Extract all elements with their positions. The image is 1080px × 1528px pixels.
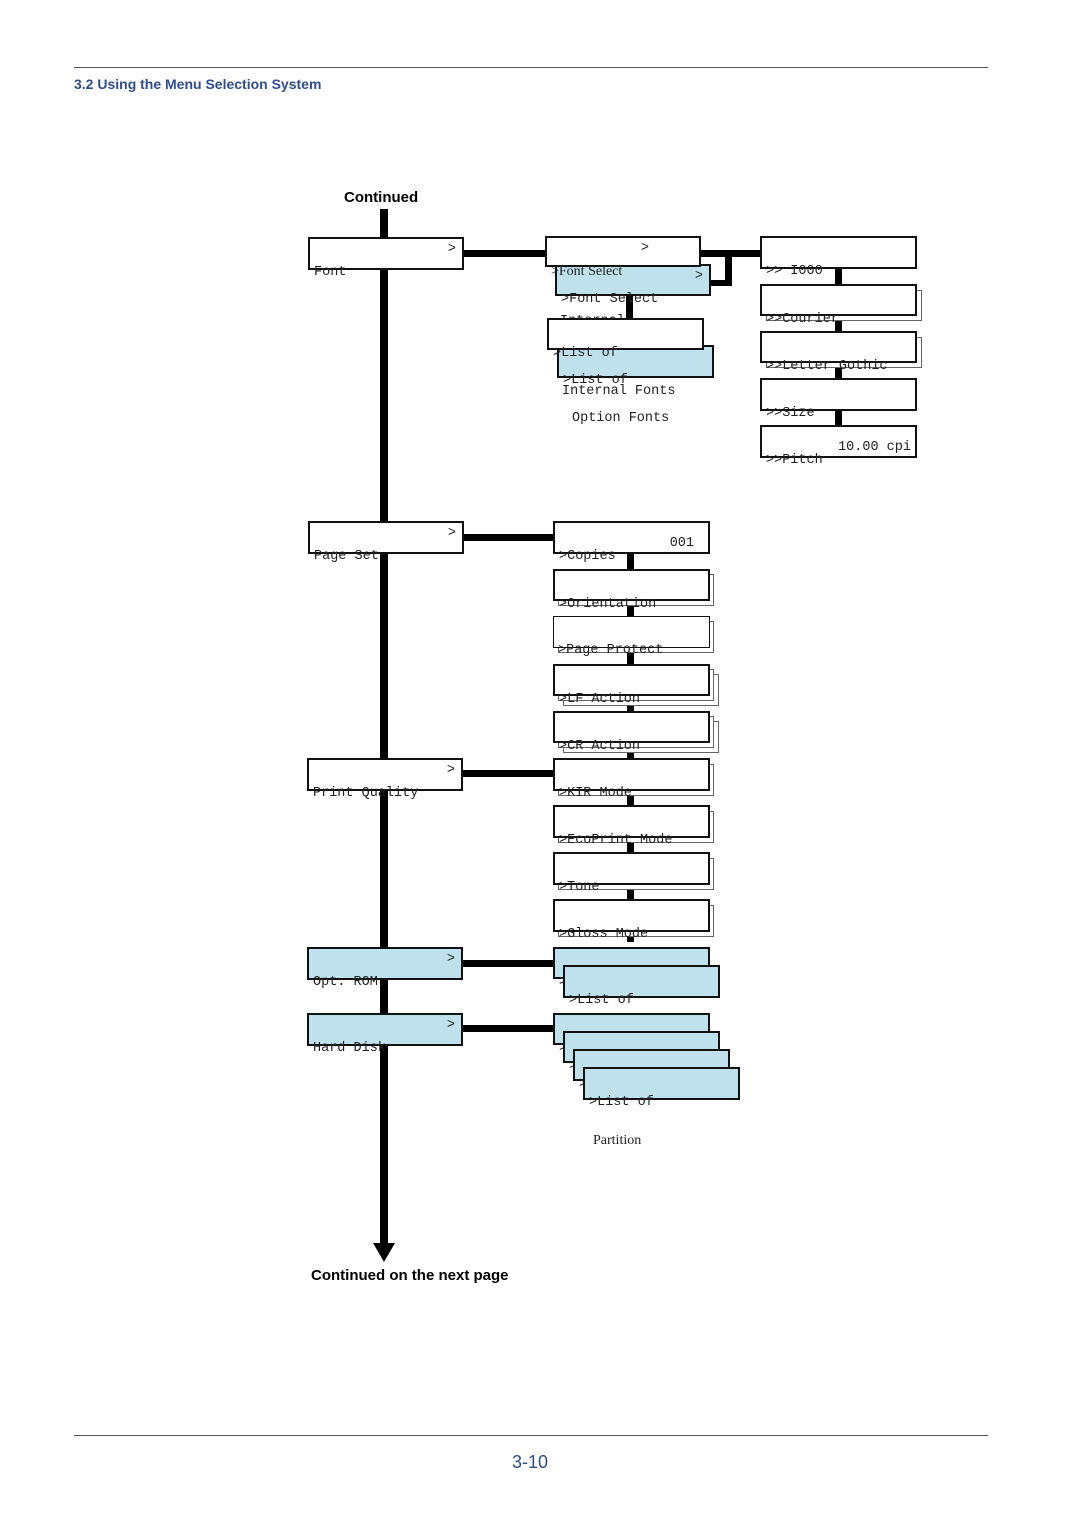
menu-print-quality[interactable]: Print Quality > [307, 758, 463, 800]
menu-opt-rom[interactable]: Opt. ROM > [307, 947, 463, 989]
item-title: >KIR Mode [559, 786, 632, 801]
chevron-right-icon: > [447, 242, 456, 257]
section-title: 3.2 Using the Menu Selection System [74, 76, 322, 92]
page-set-copies[interactable]: >Copies 001 [553, 521, 710, 563]
menu-hard-disk[interactable]: Hard Disk > [307, 1013, 463, 1055]
print-quality-connector [462, 770, 555, 777]
down-arrow-icon [373, 1243, 395, 1262]
item-value: 10.00 cpi [838, 440, 911, 455]
option-bracket-horizontal [709, 280, 732, 286]
menu-page-set[interactable]: Page Set > [308, 521, 464, 563]
item-title: >>Size [766, 406, 815, 421]
item-title: >EcoPrint Mode [559, 833, 673, 848]
font-i000[interactable]: >> I000 [760, 236, 917, 278]
item-value: 001 [669, 536, 694, 551]
list-internal-fonts[interactable]: >List of Internal Fonts [547, 318, 704, 397]
item-value: Partition [593, 1132, 642, 1148]
font-letter-gothic[interactable]: >>Letter Gothic Regular [760, 331, 917, 410]
chevron-right-icon: > [447, 526, 456, 541]
chevron-right-icon: > [446, 1018, 455, 1033]
font-pitch[interactable]: >>Pitch 10.00 cpi [760, 425, 917, 467]
page-set-lf-action[interactable]: >LF Action LF only [553, 664, 710, 743]
item-title: >CR Action [559, 739, 641, 754]
print-quality-gloss-mode[interactable]: >Gloss Mode Low [553, 899, 710, 978]
item-title: >>Pitch [766, 453, 823, 468]
print-quality-ecoprint-mode[interactable]: >EcoPrint Mode Off [553, 805, 710, 884]
page-set-page-protect[interactable]: >Page Protect Auto [553, 616, 710, 694]
item-value: Internal Fonts [562, 383, 676, 399]
menu-label: Font [314, 265, 347, 280]
menu-label: Page Set [314, 549, 379, 564]
hard-disk-list-partition[interactable]: >List of Partition [583, 1067, 740, 1147]
opt-rom-connector [462, 960, 555, 967]
print-quality-kir-mode[interactable]: >KIR Mode On [553, 758, 710, 837]
item-title: >>Courier [766, 312, 839, 327]
chevron-right-icon: > [640, 241, 649, 256]
page-set-connector [463, 534, 555, 541]
main-spine-line [380, 209, 388, 1245]
item-title: >> I000 [766, 264, 823, 279]
print-quality-tone[interactable]: >Tone Normal [553, 852, 710, 931]
continued-next-label: Continued on the next page [311, 1267, 509, 1284]
footer-rule [74, 1435, 988, 1436]
header-rule [74, 67, 988, 68]
item-title: >Gloss Mode [559, 927, 649, 942]
font-select-internal[interactable]: >Font Select > Internal [545, 236, 701, 328]
font-size[interactable]: >>Size 012.00 point(s) [760, 378, 917, 457]
menu-font[interactable]: Font > [308, 237, 464, 279]
chevron-right-icon: > [446, 952, 455, 967]
page-set-orientation[interactable]: >Orientation Portrait [553, 569, 710, 648]
item-title: >>Letter Gothic [766, 359, 888, 374]
continued-label: Continued [344, 189, 419, 206]
page-set-cr-action[interactable]: >CR Action CR only [553, 711, 710, 790]
item-title: >Font Select [551, 264, 623, 279]
item-title: >List of [589, 1095, 654, 1110]
item-title: >Tone [559, 880, 600, 895]
font-connector [463, 250, 547, 257]
menu-label: Opt. ROM [313, 975, 378, 990]
item-title: >Page Protect [558, 643, 664, 658]
item-title: >List of [569, 993, 634, 1008]
menu-label: Hard Disk [313, 1041, 386, 1056]
hard-disk-connector [462, 1025, 555, 1032]
font-courier[interactable]: >>Courier Regular [760, 284, 917, 363]
item-value: Option Fonts [572, 410, 670, 426]
item-title: >List of [553, 346, 618, 361]
item-title: >Copies [559, 549, 616, 564]
chevron-right-icon: > [446, 763, 455, 778]
menu-label: Print Quality [313, 786, 419, 801]
opt-rom-list-partitions[interactable]: >List of Partitions [563, 965, 720, 1044]
page-number: 3-10 [512, 1452, 549, 1472]
item-title: >Orientation [559, 597, 657, 612]
item-title: >LF Action [559, 692, 641, 707]
